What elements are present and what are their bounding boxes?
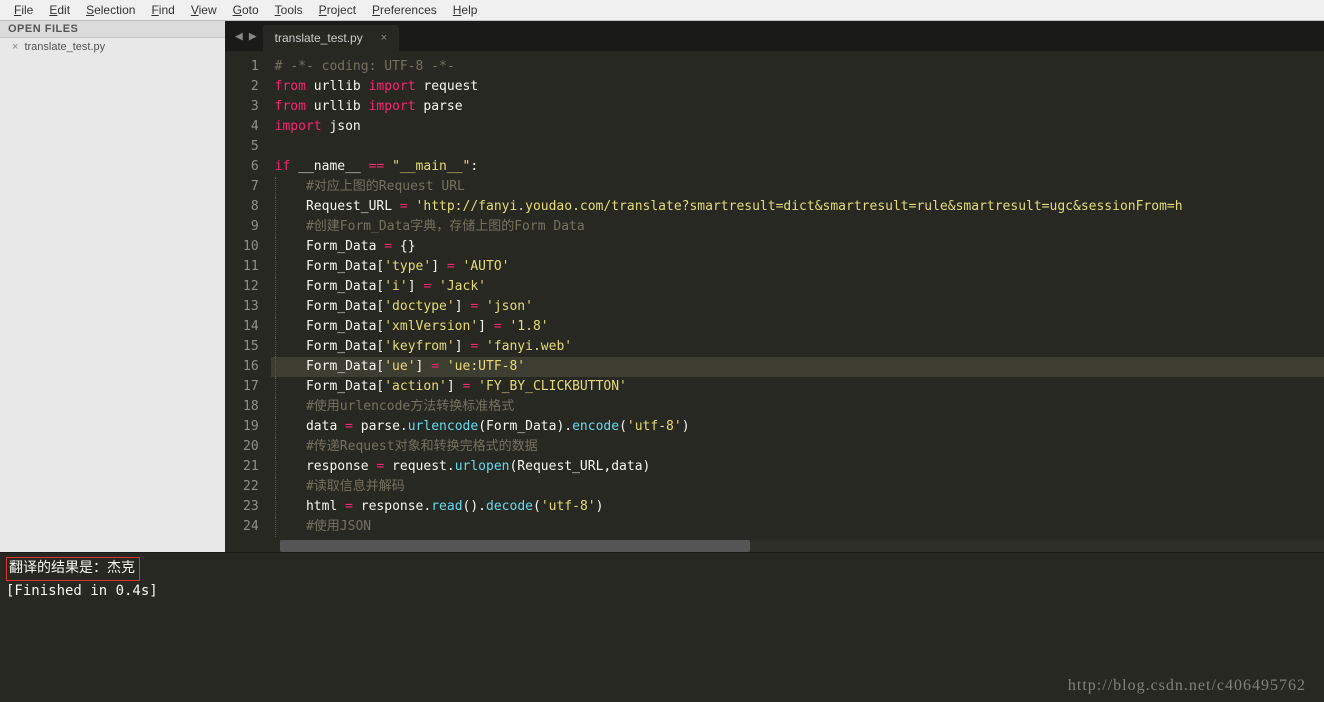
scrollbar-thumb[interactable] xyxy=(280,540,750,552)
line-number: 1 xyxy=(243,57,259,77)
line-number: 14 xyxy=(243,317,259,337)
code-line[interactable]: Form_Data['doctype'] = 'json' xyxy=(271,297,1324,317)
nav-back-icon[interactable]: ◀ xyxy=(235,29,243,44)
code-line[interactable]: from urllib import parse xyxy=(271,97,1324,117)
code-line[interactable] xyxy=(271,137,1324,157)
build-output: 翻译的结果是：杰克 [Finished in 0.4s] http://blog… xyxy=(0,552,1324,702)
menubar: FileEditSelectionFindViewGotoToolsProjec… xyxy=(0,0,1324,21)
code-line[interactable]: Form_Data['keyfrom'] = 'fanyi.web' xyxy=(271,337,1324,357)
line-number: 2 xyxy=(243,77,259,97)
code-line[interactable]: #传递Request对象和转换完格式的数据 xyxy=(271,437,1324,457)
line-number: 5 xyxy=(243,137,259,157)
code-line[interactable]: if __name__ == "__main__": xyxy=(271,157,1324,177)
code-line[interactable]: Form_Data['xmlVersion'] = '1.8' xyxy=(271,317,1324,337)
code-line[interactable]: Form_Data['type'] = 'AUTO' xyxy=(271,257,1324,277)
open-files-header: OPEN FILES xyxy=(0,21,225,38)
line-number: 4 xyxy=(243,117,259,137)
code-line[interactable]: #读取信息并解码 xyxy=(271,477,1324,497)
code-line[interactable]: html = response.read().decode('utf-8') xyxy=(271,497,1324,517)
code-line[interactable]: Form_Data['ue'] = 'ue:UTF-8' xyxy=(271,357,1324,377)
menu-view[interactable]: View xyxy=(183,1,225,19)
menu-tools[interactable]: Tools xyxy=(267,1,311,19)
tab-nav: ◀ ▶ xyxy=(229,21,263,51)
line-number: 19 xyxy=(243,417,259,437)
line-number: 12 xyxy=(243,277,259,297)
code-line[interactable]: data = parse.urlencode(Form_Data).encode… xyxy=(271,417,1324,437)
code-line[interactable]: Form_Data['i'] = 'Jack' xyxy=(271,277,1324,297)
menu-preferences[interactable]: Preferences xyxy=(364,1,445,19)
code-line[interactable]: #使用JSON xyxy=(271,517,1324,537)
line-number: 16 xyxy=(243,357,259,377)
console-finished-line: [Finished in 0.4s] xyxy=(6,581,1318,601)
menu-project[interactable]: Project xyxy=(311,1,364,19)
code-line[interactable]: #对应上图的Request URL xyxy=(271,177,1324,197)
line-number: 3 xyxy=(243,97,259,117)
menu-file[interactable]: File xyxy=(6,1,41,19)
line-number: 9 xyxy=(243,217,259,237)
line-number: 11 xyxy=(243,257,259,277)
nav-forward-icon[interactable]: ▶ xyxy=(249,29,257,44)
tab-strip: ◀ ▶ translate_test.py × xyxy=(225,21,1324,51)
close-icon[interactable]: × xyxy=(381,32,387,44)
line-number: 13 xyxy=(243,297,259,317)
line-number: 24 xyxy=(243,517,259,537)
menu-goto[interactable]: Goto xyxy=(225,1,267,19)
code-line[interactable]: Form_Data['action'] = 'FY_BY_CLICKBUTTON… xyxy=(271,377,1324,397)
tab-active[interactable]: translate_test.py × xyxy=(263,25,400,51)
sidebar: OPEN FILES translate_test.py xyxy=(0,21,225,552)
code-line[interactable]: from urllib import request xyxy=(271,77,1324,97)
code-line[interactable]: response = request.urlopen(Request_URL,d… xyxy=(271,457,1324,477)
code-line[interactable]: # -*- coding: UTF-8 -*- xyxy=(271,57,1324,77)
code-line[interactable]: Request_URL = 'http://fanyi.youdao.com/t… xyxy=(271,197,1324,217)
line-number: 21 xyxy=(243,457,259,477)
code-line[interactable]: #创建Form_Data字典，存储上图的Form Data xyxy=(271,217,1324,237)
code-editor[interactable]: 123456789101112131415161718192021222324 … xyxy=(225,51,1324,540)
code-area[interactable]: # -*- coding: UTF-8 -*-from urllib impor… xyxy=(271,51,1324,540)
line-number: 7 xyxy=(243,177,259,197)
main-area: OPEN FILES translate_test.py ◀ ▶ transla… xyxy=(0,21,1324,552)
line-number: 23 xyxy=(243,497,259,517)
open-file-item[interactable]: translate_test.py xyxy=(0,38,225,56)
line-number: 8 xyxy=(243,197,259,217)
line-number: 10 xyxy=(243,237,259,257)
code-line[interactable]: import json xyxy=(271,117,1324,137)
line-number: 6 xyxy=(243,157,259,177)
console-result-line: 翻译的结果是：杰克 xyxy=(6,557,140,581)
menu-edit[interactable]: Edit xyxy=(41,1,78,19)
editor-panel: ◀ ▶ translate_test.py × 1234567891011121… xyxy=(225,21,1324,552)
menu-help[interactable]: Help xyxy=(445,1,486,19)
menu-selection[interactable]: Selection xyxy=(78,1,143,19)
line-number: 18 xyxy=(243,397,259,417)
line-number: 22 xyxy=(243,477,259,497)
code-line[interactable]: Form_Data = {} xyxy=(271,237,1324,257)
watermark: http://blog.csdn.net/c406495762 xyxy=(1068,676,1306,696)
line-number: 20 xyxy=(243,437,259,457)
line-number: 17 xyxy=(243,377,259,397)
tab-label: translate_test.py xyxy=(275,31,363,45)
code-line[interactable]: #使用urlencode方法转换标准格式 xyxy=(271,397,1324,417)
menu-find[interactable]: Find xyxy=(143,1,182,19)
gutter: 123456789101112131415161718192021222324 xyxy=(225,51,271,540)
line-number: 15 xyxy=(243,337,259,357)
horizontal-scrollbar[interactable] xyxy=(280,540,1324,552)
